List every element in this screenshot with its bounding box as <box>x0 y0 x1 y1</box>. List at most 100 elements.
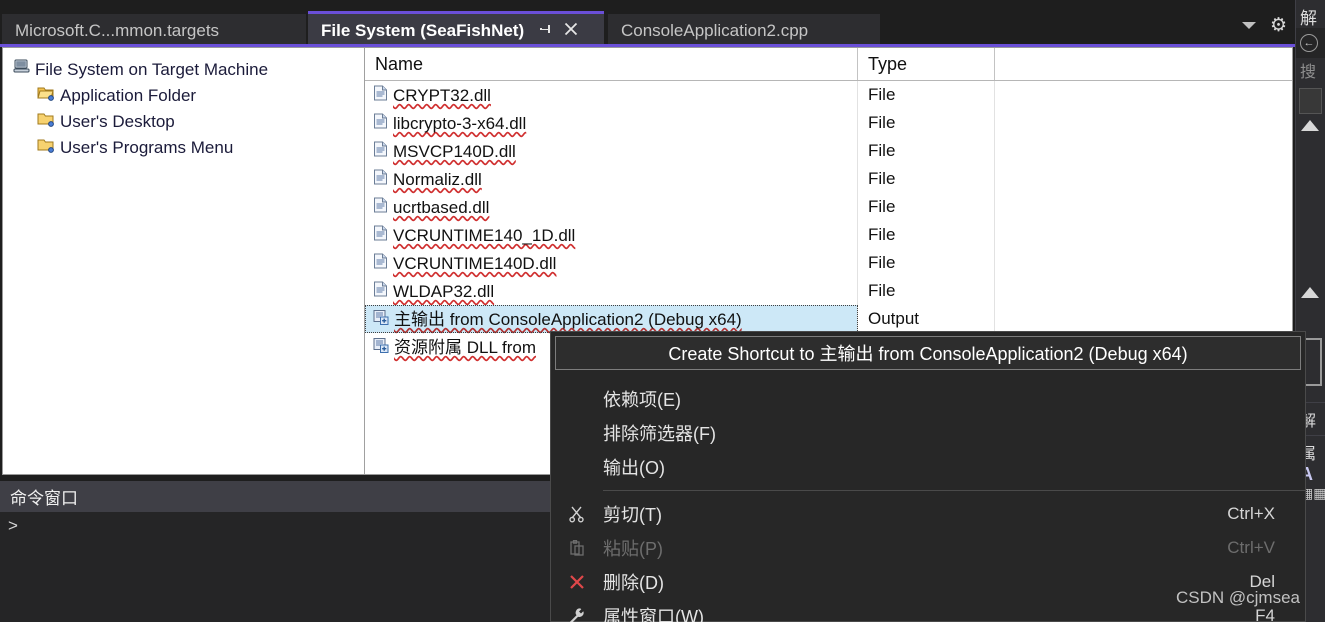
file-name-label: libcrypto-3-x64.dll <box>393 113 527 133</box>
table-row[interactable]: libcrypto-3-x64.dll File <box>365 109 1292 137</box>
tab-label: File System (SeaFishNet) <box>321 21 525 40</box>
context-menu: Create Shortcut to 主输出 from ConsoleAppli… <box>550 331 1306 622</box>
cell-name[interactable]: MSVCP140D.dll <box>365 137 858 165</box>
cell-name[interactable]: WLDAP32.dll <box>365 277 858 305</box>
cell-name[interactable]: VCRUNTIME140_1D.dll <box>365 221 858 249</box>
delete-x-icon <box>551 573 603 591</box>
tree-item-users-desktop[interactable]: User's Desktop <box>9 108 364 134</box>
context-menu-item[interactable]: 剪切(T) Ctrl+X <box>551 497 1305 531</box>
cell-filler <box>995 305 1292 333</box>
tab-label: ConsoleApplication2.cpp <box>621 21 809 40</box>
cell-name[interactable]: ucrtbased.dll <box>365 193 858 221</box>
solution-explorer-title: 解 <box>1296 0 1325 28</box>
cell-type: File <box>858 165 995 193</box>
table-row[interactable]: Normaliz.dll File <box>365 165 1292 193</box>
context-menu-item-shortcut: F4 <box>1255 606 1275 622</box>
cell-name[interactable]: VCRUNTIME140D.dll <box>365 249 858 277</box>
pin-icon[interactable] <box>539 21 553 41</box>
grid-rows-container: CRYPT32.dll File libcrypto-3-x64.dll File MS… <box>365 81 1292 361</box>
file-name-label: MSVCP140D.dll <box>393 141 516 161</box>
cell-filler <box>995 81 1292 109</box>
tree-item-application-folder[interactable]: Application Folder <box>9 82 364 108</box>
folder-icon <box>37 111 55 132</box>
table-row[interactable]: VCRUNTIME140_1D.dll File <box>365 221 1292 249</box>
file-name-label: 主输出 from ConsoleApplication2 (Debug x64) <box>394 309 742 329</box>
scissors-icon <box>551 505 603 523</box>
clipboard-icon <box>551 539 603 557</box>
context-menu-item-shortcut: Ctrl+V <box>1227 538 1275 557</box>
cell-filler <box>995 221 1292 249</box>
cell-type: Output <box>858 305 995 333</box>
context-menu-item-create-shortcut[interactable]: Create Shortcut to 主输出 from ConsoleAppli… <box>555 336 1301 370</box>
tree-item-label: File System on Target Machine <box>35 59 269 79</box>
context-menu-item-label: 属性窗口(W) <box>603 607 704 622</box>
computer-icon <box>13 58 30 80</box>
cell-name[interactable]: Normaliz.dll <box>365 165 858 193</box>
tree-item-users-programs-menu[interactable]: User's Programs Menu <box>9 134 364 160</box>
table-row[interactable]: VCRUNTIME140D.dll File <box>365 249 1292 277</box>
folder-open-icon <box>37 85 55 106</box>
tab-microsoft-common-targets[interactable]: Microsoft.C...mmon.targets <box>2 14 306 47</box>
search-input[interactable]: 搜 <box>1296 58 1325 86</box>
context-menu-item-label: 剪切(T) <box>603 505 662 525</box>
file-icon <box>373 225 388 246</box>
cell-filler <box>995 249 1292 277</box>
expander-triangle-icon[interactable] <box>1301 120 1319 131</box>
table-row[interactable]: ucrtbased.dll File <box>365 193 1292 221</box>
context-menu-item[interactable]: 排除筛选器(F) <box>551 416 1305 450</box>
gear-icon[interactable]: ⚙ <box>1270 16 1287 35</box>
context-menu-item-label: 删除(D) <box>603 573 664 593</box>
file-icon <box>373 197 388 218</box>
tab-controls <box>539 21 578 41</box>
cell-type: File <box>858 221 995 249</box>
cell-name[interactable]: 主输出 from ConsoleApplication2 (Debug x64) <box>365 305 858 333</box>
file-name-label: WLDAP32.dll <box>393 281 495 301</box>
cell-filler <box>995 165 1292 193</box>
close-icon[interactable] <box>564 21 578 41</box>
watermark: CSDN @cjmsea <box>1176 588 1300 607</box>
tab-consoleapplication2-cpp[interactable]: ConsoleApplication2.cpp <box>608 14 880 47</box>
solution-explorer-toolbar: ← <box>1296 28 1325 58</box>
file-icon <box>373 253 388 274</box>
expander-triangle-icon[interactable] <box>1301 287 1319 298</box>
context-menu-item-label: 排除筛选器(F) <box>603 424 716 444</box>
cell-type: File <box>858 137 995 165</box>
file-name-label: ucrtbased.dll <box>393 197 490 217</box>
context-menu-item[interactable]: 输出(O) <box>551 450 1305 484</box>
wrench-icon <box>551 607 603 622</box>
table-row[interactable]: MSVCP140D.dll File <box>365 137 1292 165</box>
cell-filler <box>995 109 1292 137</box>
tree-node-box[interactable] <box>1299 88 1322 114</box>
cell-type: File <box>858 277 995 305</box>
back-circle-icon[interactable]: ← <box>1300 34 1318 52</box>
table-row[interactable]: WLDAP32.dll File <box>365 277 1292 305</box>
column-header-type[interactable]: Type <box>858 48 995 80</box>
file-name-label: Normaliz.dll <box>393 169 482 189</box>
file-icon <box>373 169 388 190</box>
cell-type: File <box>858 193 995 221</box>
tab-strip: Microsoft.C...mmon.targets File System (… <box>0 0 1295 47</box>
file-system-tree[interactable]: File System on Target Machine Applicatio… <box>3 48 365 474</box>
menu-separator <box>603 490 1305 491</box>
context-menu-item[interactable]: 依赖项(E) <box>551 382 1305 416</box>
cell-type: File <box>858 81 995 109</box>
chevron-down-icon[interactable] <box>1241 22 1256 29</box>
tab-label: Microsoft.C...mmon.targets <box>15 21 220 40</box>
cell-filler <box>995 193 1292 221</box>
table-row[interactable]: CRYPT32.dll File <box>365 81 1292 109</box>
tree-item-label: Application Folder <box>60 85 197 105</box>
cell-type: File <box>858 249 995 277</box>
file-icon <box>373 85 388 106</box>
tree-item-root[interactable]: File System on Target Machine <box>9 56 364 82</box>
cell-name[interactable]: CRYPT32.dll <box>365 81 858 109</box>
context-menu-item-label: 输出(O) <box>603 458 665 478</box>
table-row[interactable]: 主输出 from ConsoleApplication2 (Debug x64)… <box>365 305 1292 333</box>
context-menu-item: 粘贴(P) Ctrl+V <box>551 531 1305 565</box>
output-icon <box>373 309 389 330</box>
grid-header-row: Name Type <box>365 48 1292 81</box>
context-menu-item-shortcut: Ctrl+X <box>1227 504 1275 523</box>
file-icon <box>373 281 388 302</box>
column-header-name[interactable]: Name <box>365 48 858 80</box>
cell-name[interactable]: libcrypto-3-x64.dll <box>365 109 858 137</box>
tab-file-system-seafishnet[interactable]: File System (SeaFishNet) <box>308 11 604 47</box>
